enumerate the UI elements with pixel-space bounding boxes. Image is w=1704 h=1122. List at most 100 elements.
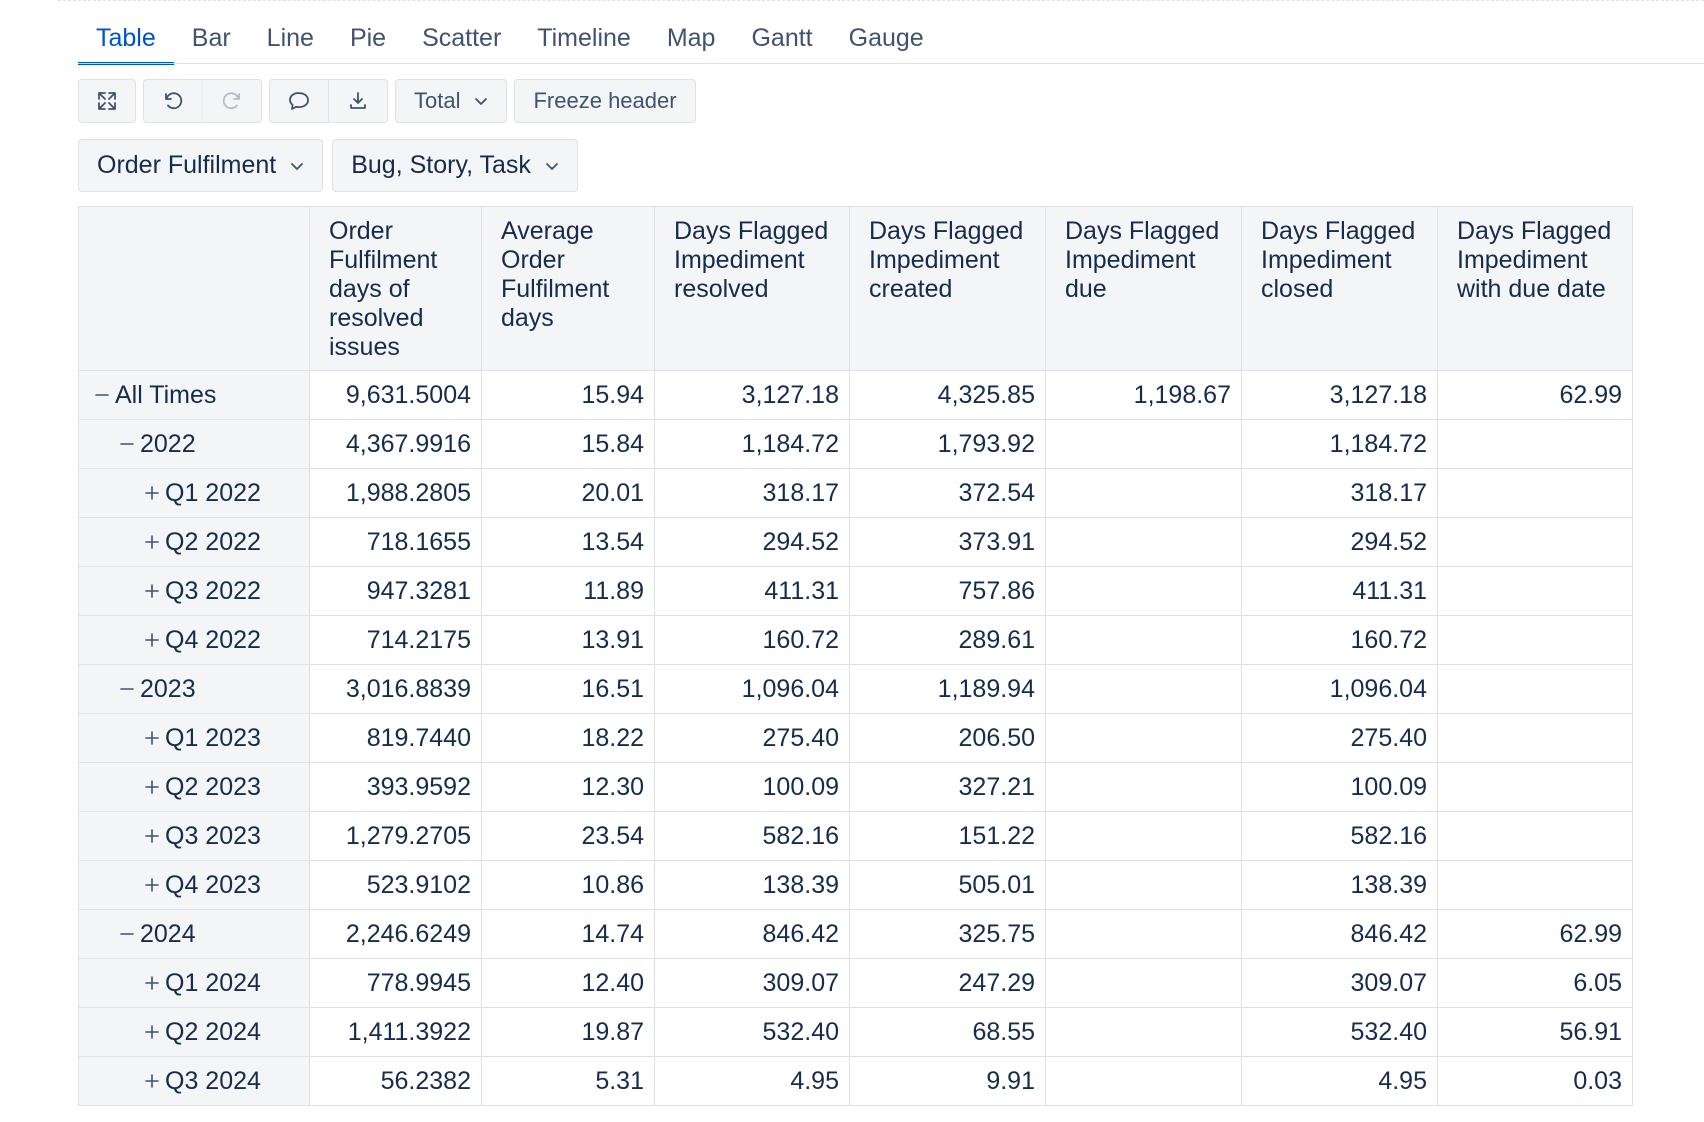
row-toggle[interactable] [116,926,138,942]
table-row: Q2 2024 1,411.3922 19.87 532.40 68.55 532.40 5… [78,1007,1633,1057]
collapse-icon [120,443,134,445]
table-cell: 0.03 [1437,1056,1633,1106]
project-filter-dropdown[interactable]: Order Fulfilment [78,139,324,192]
table-cell: 56.2382 [309,1056,482,1106]
table-cell: 2,246.6249 [309,909,482,959]
table-row: Q3 2024 56.2382 5.31 4.95 9.91 4.95 0.03 [78,1056,1633,1106]
column-header[interactable]: Days Flagged Impediment created [849,206,1046,371]
row-toggle[interactable] [141,828,163,844]
row-label: Q3 2023 [165,821,261,850]
row-toggle[interactable] [141,779,163,795]
row-toggle[interactable] [116,681,138,697]
row-toggle[interactable] [141,534,163,550]
fullscreen-button[interactable] [78,79,136,123]
tab-map[interactable]: Map [649,14,734,65]
collapse-icon [120,933,134,935]
tab-pie[interactable]: Pie [332,14,404,65]
table-cell: 318.17 [1241,468,1438,518]
comment-button[interactable] [270,80,328,122]
tab-scatter[interactable]: Scatter [404,14,519,65]
table-cell: 4,325.85 [849,370,1046,420]
table-cell: 1,189.94 [849,664,1046,714]
table-cell: 18.22 [481,713,655,763]
redo-button[interactable] [202,80,261,122]
tab-gantt[interactable]: Gantt [733,14,830,65]
expand-row-icon [145,633,159,647]
tab-line[interactable]: Line [249,14,332,65]
row-toggle[interactable] [116,436,138,452]
table-cell [1437,419,1633,469]
table-cell: 582.16 [1241,811,1438,861]
row-header-cell: 2023 [78,664,310,714]
table-cell: 393.9592 [309,762,482,812]
total-dropdown[interactable]: Total [395,79,508,123]
table-header-row: Order Fulfilment days of resolved issues… [78,206,1633,371]
row-label: Q4 2023 [165,870,261,899]
table-cell: 294.52 [1241,517,1438,567]
table-cell: 947.3281 [309,566,482,616]
tab-gauge[interactable]: Gauge [831,14,942,65]
table-cell: 846.42 [654,909,850,959]
row-label: Q2 2024 [165,1017,261,1046]
expand-row-icon [145,829,159,843]
expand-row-icon [145,731,159,745]
table-row: Q4 2022 714.2175 13.91 160.72 289.61 160.72 [78,615,1633,665]
undo-button[interactable] [144,80,202,122]
row-label: Q1 2023 [165,723,261,752]
table-cell: 523.9102 [309,860,482,910]
table-cell [1045,517,1242,567]
table-cell: 1,096.04 [1241,664,1438,714]
table-cell: 1,793.92 [849,419,1046,469]
row-toggle[interactable] [141,583,163,599]
tab-bar[interactable]: Bar [174,14,249,65]
share-button-group [269,79,388,123]
download-button[interactable] [328,80,387,122]
tab-table[interactable]: Table [78,14,174,65]
row-toggle[interactable] [141,1073,163,1089]
row-toggle[interactable] [141,632,163,648]
table-cell: 3,127.18 [654,370,850,420]
table-row: All Times 9,631.5004 15.94 3,127.18 4,325.85… [78,370,1633,420]
tab-timeline[interactable]: Timeline [519,14,649,65]
row-header-cell: Q4 2022 [78,615,310,665]
table-cell [1045,664,1242,714]
table-cell: 62.99 [1437,909,1633,959]
column-header[interactable]: Days Flagged Impediment closed [1241,206,1438,371]
table-cell: 16.51 [481,664,655,714]
column-header[interactable]: Days Flagged Impediment due [1045,206,1242,371]
table-cell: 718.1655 [309,517,482,567]
table-cell: 62.99 [1437,370,1633,420]
row-label: All Times [115,380,217,409]
column-header[interactable]: Order Fulfilment days of resolved issues [309,206,482,371]
table-cell [1045,860,1242,910]
table-cell: 23.54 [481,811,655,861]
column-header[interactable]: Average Order Fulfilment days [481,206,655,371]
table-cell: 160.72 [1241,615,1438,665]
table-cell: 9.91 [849,1056,1046,1106]
row-header-cell: Q3 2022 [78,566,310,616]
row-header-cell: Q4 2023 [78,860,310,910]
table-cell [1045,909,1242,959]
expand-row-icon [145,1074,159,1088]
collapse-icon [95,394,109,396]
table-cell [1045,1007,1242,1057]
row-toggle[interactable] [91,387,113,403]
issue-type-filter-dropdown[interactable]: Bug, Story, Task [332,139,578,192]
row-toggle[interactable] [141,1024,163,1040]
table-cell: 3,127.18 [1241,370,1438,420]
table-cell: 14.74 [481,909,655,959]
table-row: Q3 2022 947.3281 11.89 411.31 757.86 411.31 [78,566,1633,616]
table-cell [1437,860,1633,910]
column-header[interactable]: Days Flagged Impediment with due date [1437,206,1633,371]
freeze-header-button[interactable]: Freeze header [514,79,696,123]
row-header-cell: Q1 2023 [78,713,310,763]
row-toggle[interactable] [141,975,163,991]
table-cell: 275.40 [1241,713,1438,763]
table-cell: 6.05 [1437,958,1633,1008]
column-header[interactable]: Days Flagged Impediment resolved [654,206,850,371]
row-toggle[interactable] [141,877,163,893]
undo-icon [165,92,183,110]
row-toggle[interactable] [141,730,163,746]
row-toggle[interactable] [141,485,163,501]
row-label: Q2 2023 [165,772,261,801]
